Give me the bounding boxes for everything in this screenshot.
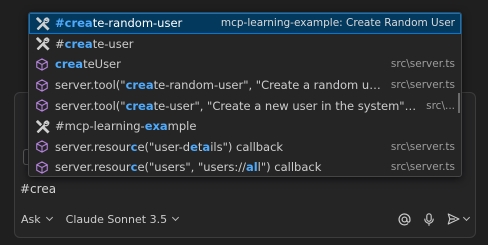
symbol-cube-icon [34, 139, 50, 155]
suggestion-detail: mcp-learning-example: Create Random User [220, 17, 455, 30]
tools-icon [34, 118, 50, 134]
suggestion-detail: src\server.ts [390, 58, 455, 71]
suggestion-label: #create-random-user [55, 16, 183, 31]
symbol-cube-icon [34, 98, 50, 114]
suggestion-label: server.tool("create-random-user", "Creat… [55, 78, 381, 93]
chevron-down-icon[interactable] [462, 213, 471, 222]
suggestion-item[interactable]: #mcp-learning-example [29, 116, 461, 137]
suggestion-item[interactable]: #create-user [29, 34, 461, 55]
suggestion-label: createUser [55, 57, 121, 72]
suggestion-item[interactable]: server.tool("create-user", "Create a new… [29, 95, 461, 116]
suggestion-item[interactable]: server.tool("create-random-user", "Creat… [29, 75, 461, 96]
symbol-cube-icon [34, 159, 50, 175]
model-picker[interactable]: Claude Sonnet 3.5 [65, 212, 180, 226]
send-button[interactable] [446, 212, 471, 226]
microphone-icon[interactable] [422, 212, 436, 227]
chat-input[interactable]: #crea [20, 182, 56, 196]
suggestion-popup: #create-random-user mcp-learning-example:… [28, 12, 462, 177]
tools-icon [34, 15, 50, 31]
send-icon [447, 213, 460, 225]
suggestion-label: server.tool("create-user", "Create a new… [55, 98, 417, 113]
chevron-down-icon [172, 213, 180, 222]
tools-icon [34, 36, 50, 52]
suggestion-label: #create-user [55, 36, 134, 51]
popup-scrollbar[interactable] [458, 93, 460, 113]
suggestion-label: server.resource("user-details") callback [55, 139, 284, 154]
mention-icon[interactable] [397, 212, 412, 227]
symbol-cube-icon [34, 56, 50, 72]
suggestion-detail: src\server.ts [390, 161, 455, 174]
suggestion-detail: src\server.ts [390, 79, 455, 92]
suggestion-label: #mcp-learning-example [55, 119, 197, 134]
chat-toolbar: Ask Claude Sonnet 3.5 [15, 206, 475, 232]
suggestion-item[interactable]: server.resource("user-details") callback… [29, 137, 461, 158]
model-label: Claude Sonnet 3.5 [65, 212, 168, 226]
mode-label: Ask [21, 212, 41, 226]
suggestion-label: server.resource("users", "users://all") … [55, 160, 322, 175]
mode-picker[interactable]: Ask [21, 212, 53, 226]
suggestion-detail: src\server.ts [390, 140, 455, 153]
suggestion-item[interactable]: #create-random-user mcp-learning-example:… [29, 13, 461, 34]
suggestion-detail: src\... [426, 99, 455, 112]
suggestion-item[interactable]: server.resource("users", "users://all") … [29, 157, 461, 176]
chevron-down-icon [45, 213, 53, 222]
symbol-cube-icon [34, 77, 50, 93]
suggestion-item[interactable]: createUser src\server.ts [29, 54, 461, 75]
